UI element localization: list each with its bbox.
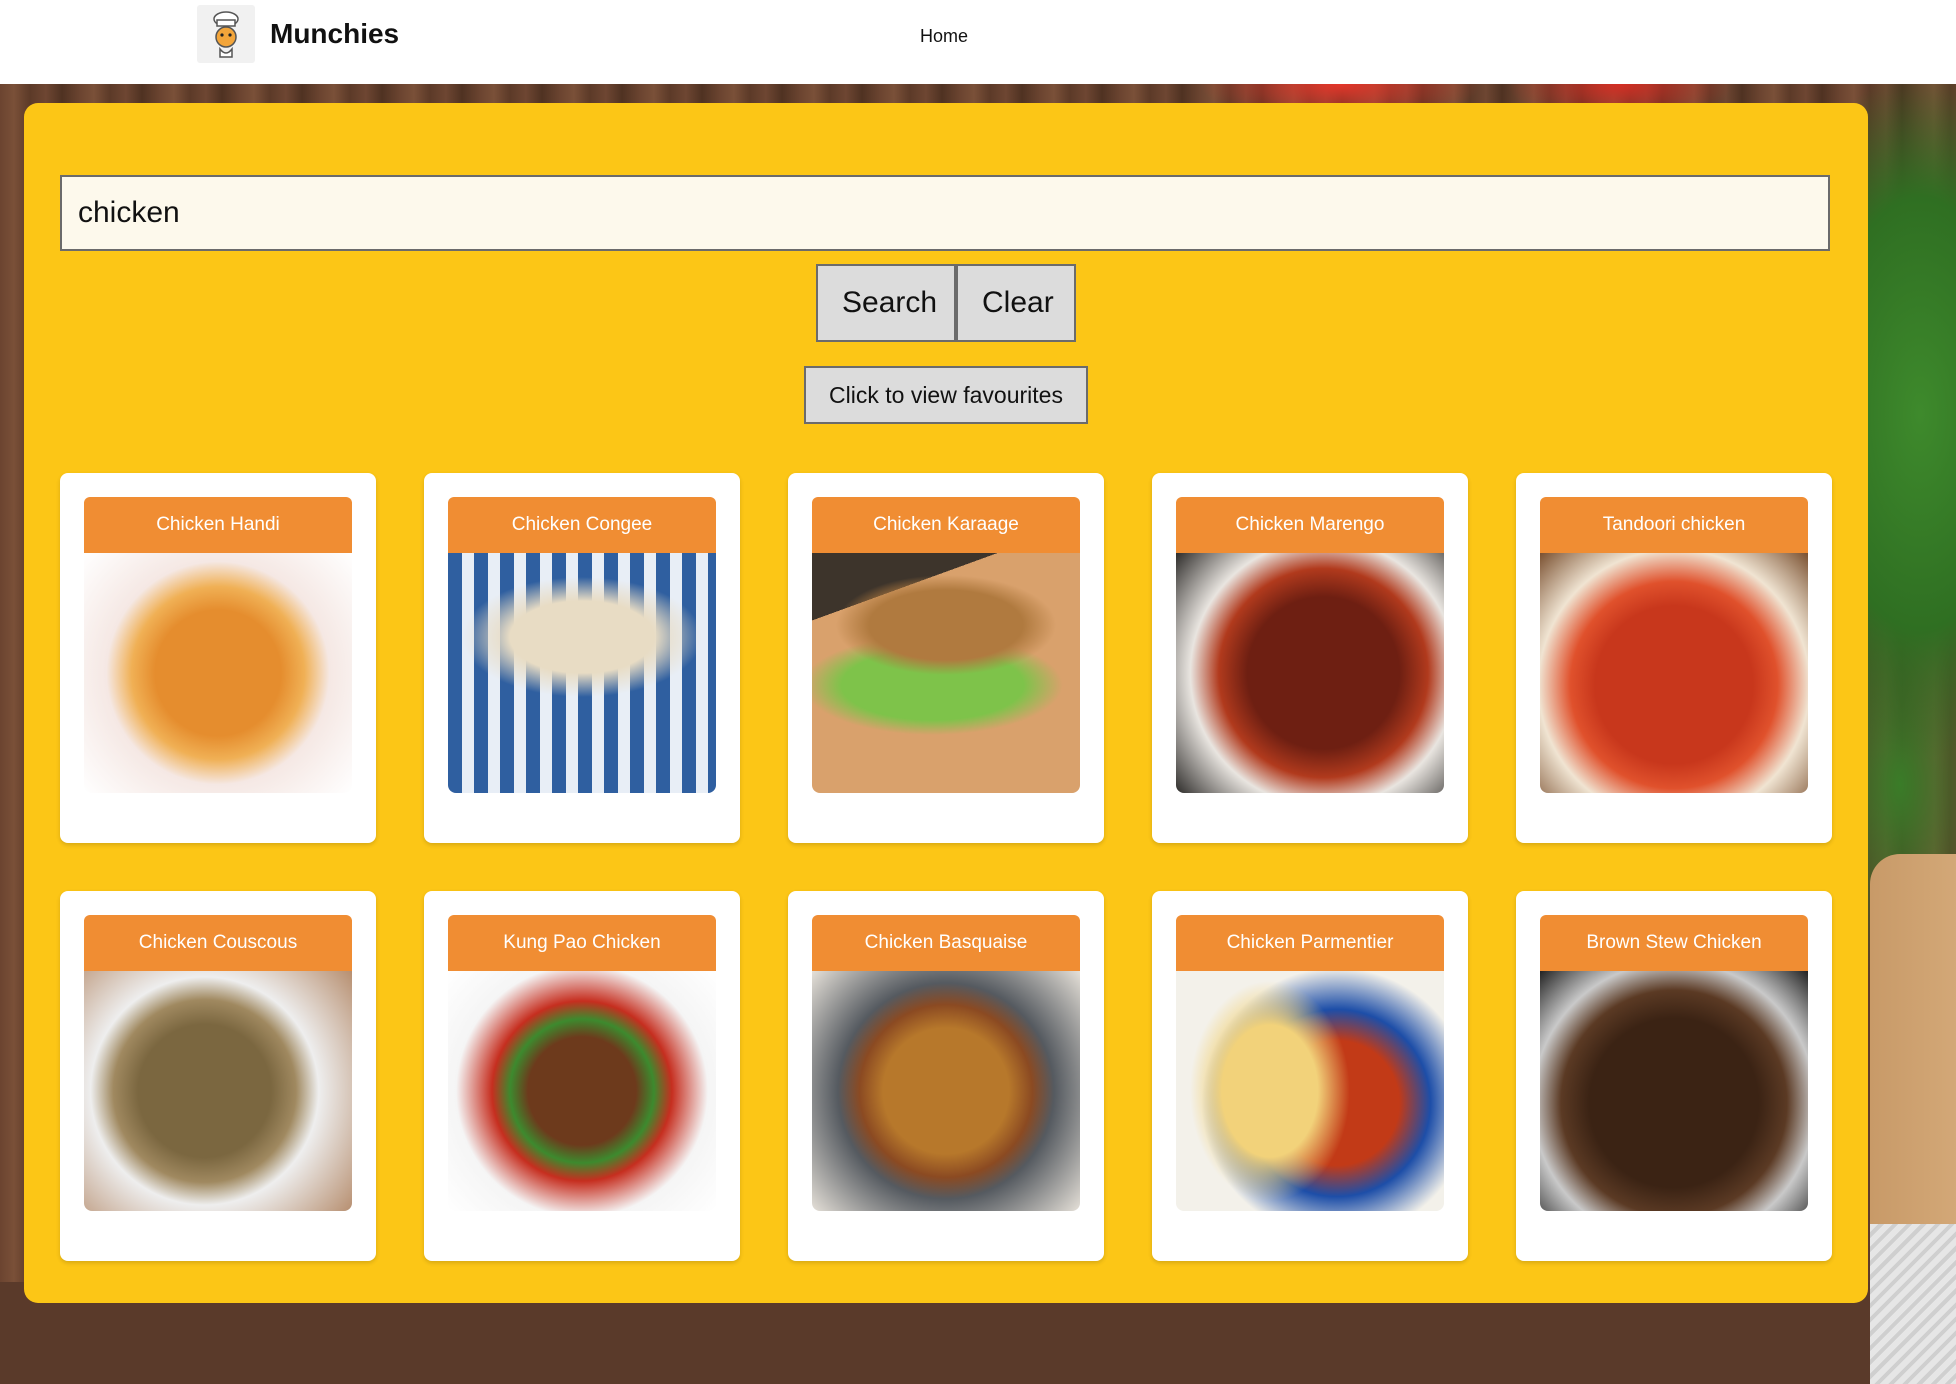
recipe-card[interactable]: Chicken Couscous [60,891,376,1261]
search-button[interactable]: Search [816,264,956,342]
recipe-card-image [84,971,352,1211]
recipe-card[interactable]: Tandoori chicken [1516,473,1832,843]
recipe-card-image [1176,971,1444,1211]
recipe-card-title: Chicken Marengo [1176,497,1444,553]
search-input[interactable] [60,175,1830,251]
recipe-card[interactable]: Brown Stew Chicken [1516,891,1832,1261]
recipe-card[interactable]: Chicken Marengo [1152,473,1468,843]
recipe-card[interactable]: Chicken Handi [60,473,376,843]
recipe-card-title: Chicken Congee [448,497,716,553]
recipe-card-title: Brown Stew Chicken [1540,915,1808,971]
recipe-card-image [812,553,1080,793]
nav-home-link[interactable]: Home [920,26,968,47]
recipe-card[interactable]: Chicken Basquaise [788,891,1104,1261]
recipe-card[interactable]: Chicken Parmentier [1152,891,1468,1261]
recipe-card[interactable]: Kung Pao Chicken [424,891,740,1261]
recipe-card-image [448,553,716,793]
brand-name: Munchies [270,18,400,49]
search-panel: Search Clear Click to view favourites Ch… [24,103,1868,1303]
recipe-card-title: Chicken Basquaise [812,915,1080,971]
recipe-card-title: Chicken Handi [84,497,352,553]
recipe-card-title: Kung Pao Chicken [448,915,716,971]
recipe-card-image [448,971,716,1211]
recipe-card-title: Chicken Parmentier [1176,915,1444,971]
recipe-card-image [84,553,352,793]
search-button-group: Search Clear [816,264,1076,342]
chef-logo-icon[interactable] [197,5,255,63]
recipe-card-title: Chicken Karaage [812,497,1080,553]
recipe-card-title: Chicken Couscous [84,915,352,971]
recipe-card-image [1540,553,1808,793]
recipe-card-image [1176,553,1444,793]
view-favourites-button[interactable]: Click to view favourites [804,366,1088,424]
recipe-card-image [1540,971,1808,1211]
top-navbar: Munchies Home [0,0,1956,84]
recipe-card-title: Tandoori chicken [1540,497,1808,553]
recipe-card[interactable]: Chicken Congee [424,473,740,843]
clear-button[interactable]: Clear [956,264,1076,342]
recipe-card[interactable]: Chicken Karaage [788,473,1104,843]
kitchen-cloth [1870,1224,1956,1384]
recipe-card-image [812,971,1080,1211]
